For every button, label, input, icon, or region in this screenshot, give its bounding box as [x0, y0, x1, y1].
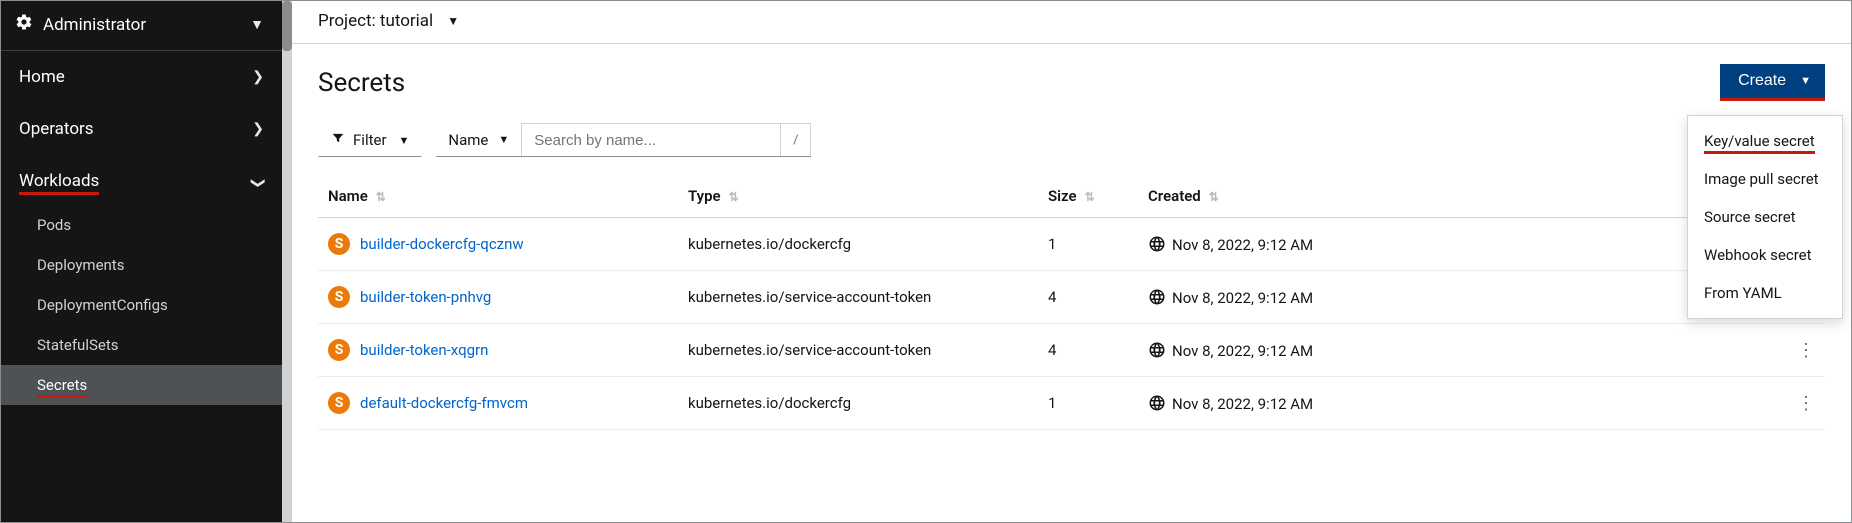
sidebar-item-label: Workloads: [19, 171, 99, 195]
caret-down-icon: ▼: [447, 14, 459, 28]
cell-created: Nov 8, 2022, 9:12 AM: [1138, 377, 1775, 430]
table-row: Sbuilder-dockercfg-qcznw kubernetes.io/do…: [318, 218, 1825, 271]
cell-type: kubernetes.io/dockercfg: [678, 377, 1038, 430]
sidebar-item-secrets[interactable]: Secrets: [1, 365, 282, 405]
col-header-size[interactable]: Size⇅: [1038, 175, 1138, 218]
kebab-menu-icon[interactable]: ⋮: [1797, 340, 1815, 361]
keyboard-shortcut-badge: /: [781, 123, 811, 156]
search-input[interactable]: [521, 123, 781, 156]
sidebar-item-pods[interactable]: Pods: [1, 205, 282, 245]
project-bar: Project: tutorial ▼: [292, 1, 1851, 44]
page-title: Secrets: [318, 68, 405, 98]
workloads-submenu: Pods Deployments DeploymentConfigs State…: [1, 205, 282, 405]
chevron-down-icon: ❯: [250, 177, 266, 189]
table-row: Sbuilder-token-pnhvg kubernetes.io/servic…: [318, 271, 1825, 324]
cell-size: 4: [1038, 271, 1138, 324]
cell-size: 4: [1038, 324, 1138, 377]
cell-size: 1: [1038, 218, 1138, 271]
secret-link[interactable]: builder-dockercfg-qcznw: [360, 235, 524, 253]
create-dropdown-menu: Key/value secret Image pull secret Sourc…: [1687, 115, 1843, 319]
sort-icon: ⇅: [1209, 190, 1219, 204]
col-header-created[interactable]: Created⇅: [1138, 175, 1775, 218]
caret-down-icon: ▼: [399, 134, 410, 147]
sidebar-item-label: Pods: [37, 216, 71, 234]
create-menu-webhook[interactable]: Webhook secret: [1688, 236, 1842, 274]
table-row: Sdefault-dockercfg-fmvcm kubernetes.io/do…: [318, 377, 1825, 430]
sidebar-item-label: Operators: [19, 119, 94, 139]
chevron-right-icon: ❯: [252, 69, 264, 85]
sidebar-item-label: Home: [19, 67, 65, 87]
sidebar-scrollbar[interactable]: [282, 1, 292, 522]
globe-icon: [1148, 394, 1166, 412]
kebab-menu-icon[interactable]: ⋮: [1797, 393, 1815, 414]
cell-type: kubernetes.io/dockercfg: [678, 218, 1038, 271]
cell-created: Nov 8, 2022, 9:12 AM: [1138, 324, 1775, 377]
create-button-label: Create: [1738, 72, 1786, 90]
sort-icon: ⇅: [729, 190, 739, 204]
table-row: Sbuilder-token-xqgrn kubernetes.io/servic…: [318, 324, 1825, 377]
secrets-table: Name⇅ Type⇅ Size⇅ Created⇅ Sbuilder-dock…: [318, 175, 1825, 430]
create-menu-yaml[interactable]: From YAML: [1688, 274, 1842, 312]
sidebar-item-label: StatefulSets: [37, 336, 118, 354]
globe-icon: [1148, 288, 1166, 306]
main-content: Project: tutorial ▼ Secrets Create ▼ Fil…: [292, 1, 1851, 522]
gear-icon: [15, 13, 33, 36]
sort-icon: ⇅: [376, 190, 386, 204]
cell-size: 1: [1038, 377, 1138, 430]
cell-created: Nov 8, 2022, 9:12 AM: [1138, 271, 1775, 324]
secret-link[interactable]: default-dockercfg-fmvcm: [360, 394, 528, 412]
globe-icon: [1148, 235, 1166, 253]
project-selector[interactable]: Project: tutorial ▼: [318, 11, 459, 31]
search-type-label: Name: [448, 131, 488, 149]
secret-badge-icon: S: [328, 339, 350, 361]
create-menu-source[interactable]: Source secret: [1688, 198, 1842, 236]
project-label: Project: tutorial: [318, 11, 433, 31]
toolbar: Filter ▼ Name ▼ /: [318, 123, 1825, 157]
secret-badge-icon: S: [328, 233, 350, 255]
sidebar-item-label: Deployments: [37, 256, 124, 274]
sidebar-item-label: Secrets: [37, 376, 87, 398]
sidebar-item-deploymentconfigs[interactable]: DeploymentConfigs: [1, 285, 282, 325]
filter-icon: [331, 131, 345, 149]
sidebar-item-deployments[interactable]: Deployments: [1, 245, 282, 285]
sort-icon: ⇅: [1085, 190, 1095, 204]
create-button[interactable]: Create ▼: [1720, 64, 1825, 101]
sidebar-item-workloads[interactable]: Workloads ❯: [1, 155, 282, 205]
perspective-label: Administrator: [43, 15, 146, 35]
sidebar-item-home[interactable]: Home ❯: [1, 51, 282, 103]
caret-down-icon: ▼: [1800, 75, 1811, 87]
secret-badge-icon: S: [328, 392, 350, 414]
sidebar-item-operators[interactable]: Operators ❯: [1, 103, 282, 155]
col-header-type[interactable]: Type⇅: [678, 175, 1038, 218]
search-type-dropdown[interactable]: Name ▼: [436, 123, 521, 156]
sidebar: Administrator ▼ Home ❯ Operators ❯ Workl…: [1, 1, 282, 522]
caret-down-icon: ▼: [250, 16, 264, 33]
col-header-name[interactable]: Name⇅: [318, 175, 678, 218]
secret-link[interactable]: builder-token-xqgrn: [360, 341, 488, 359]
sidebar-item-label: DeploymentConfigs: [37, 296, 168, 314]
perspective-switcher[interactable]: Administrator ▼: [1, 1, 282, 51]
create-menu-imagepull[interactable]: Image pull secret: [1688, 160, 1842, 198]
filter-dropdown[interactable]: Filter ▼: [318, 123, 422, 157]
cell-created: Nov 8, 2022, 9:12 AM: [1138, 218, 1775, 271]
secret-badge-icon: S: [328, 286, 350, 308]
filter-label: Filter: [353, 131, 387, 149]
chevron-right-icon: ❯: [252, 121, 264, 137]
search-group: Name ▼ /: [436, 123, 811, 157]
secret-link[interactable]: builder-token-pnhvg: [360, 288, 491, 306]
create-menu-keyvalue[interactable]: Key/value secret: [1688, 122, 1842, 160]
caret-down-icon: ▼: [498, 133, 509, 146]
sidebar-item-statefulsets[interactable]: StatefulSets: [1, 325, 282, 365]
globe-icon: [1148, 341, 1166, 359]
cell-type: kubernetes.io/service-account-token: [678, 271, 1038, 324]
cell-type: kubernetes.io/service-account-token: [678, 324, 1038, 377]
